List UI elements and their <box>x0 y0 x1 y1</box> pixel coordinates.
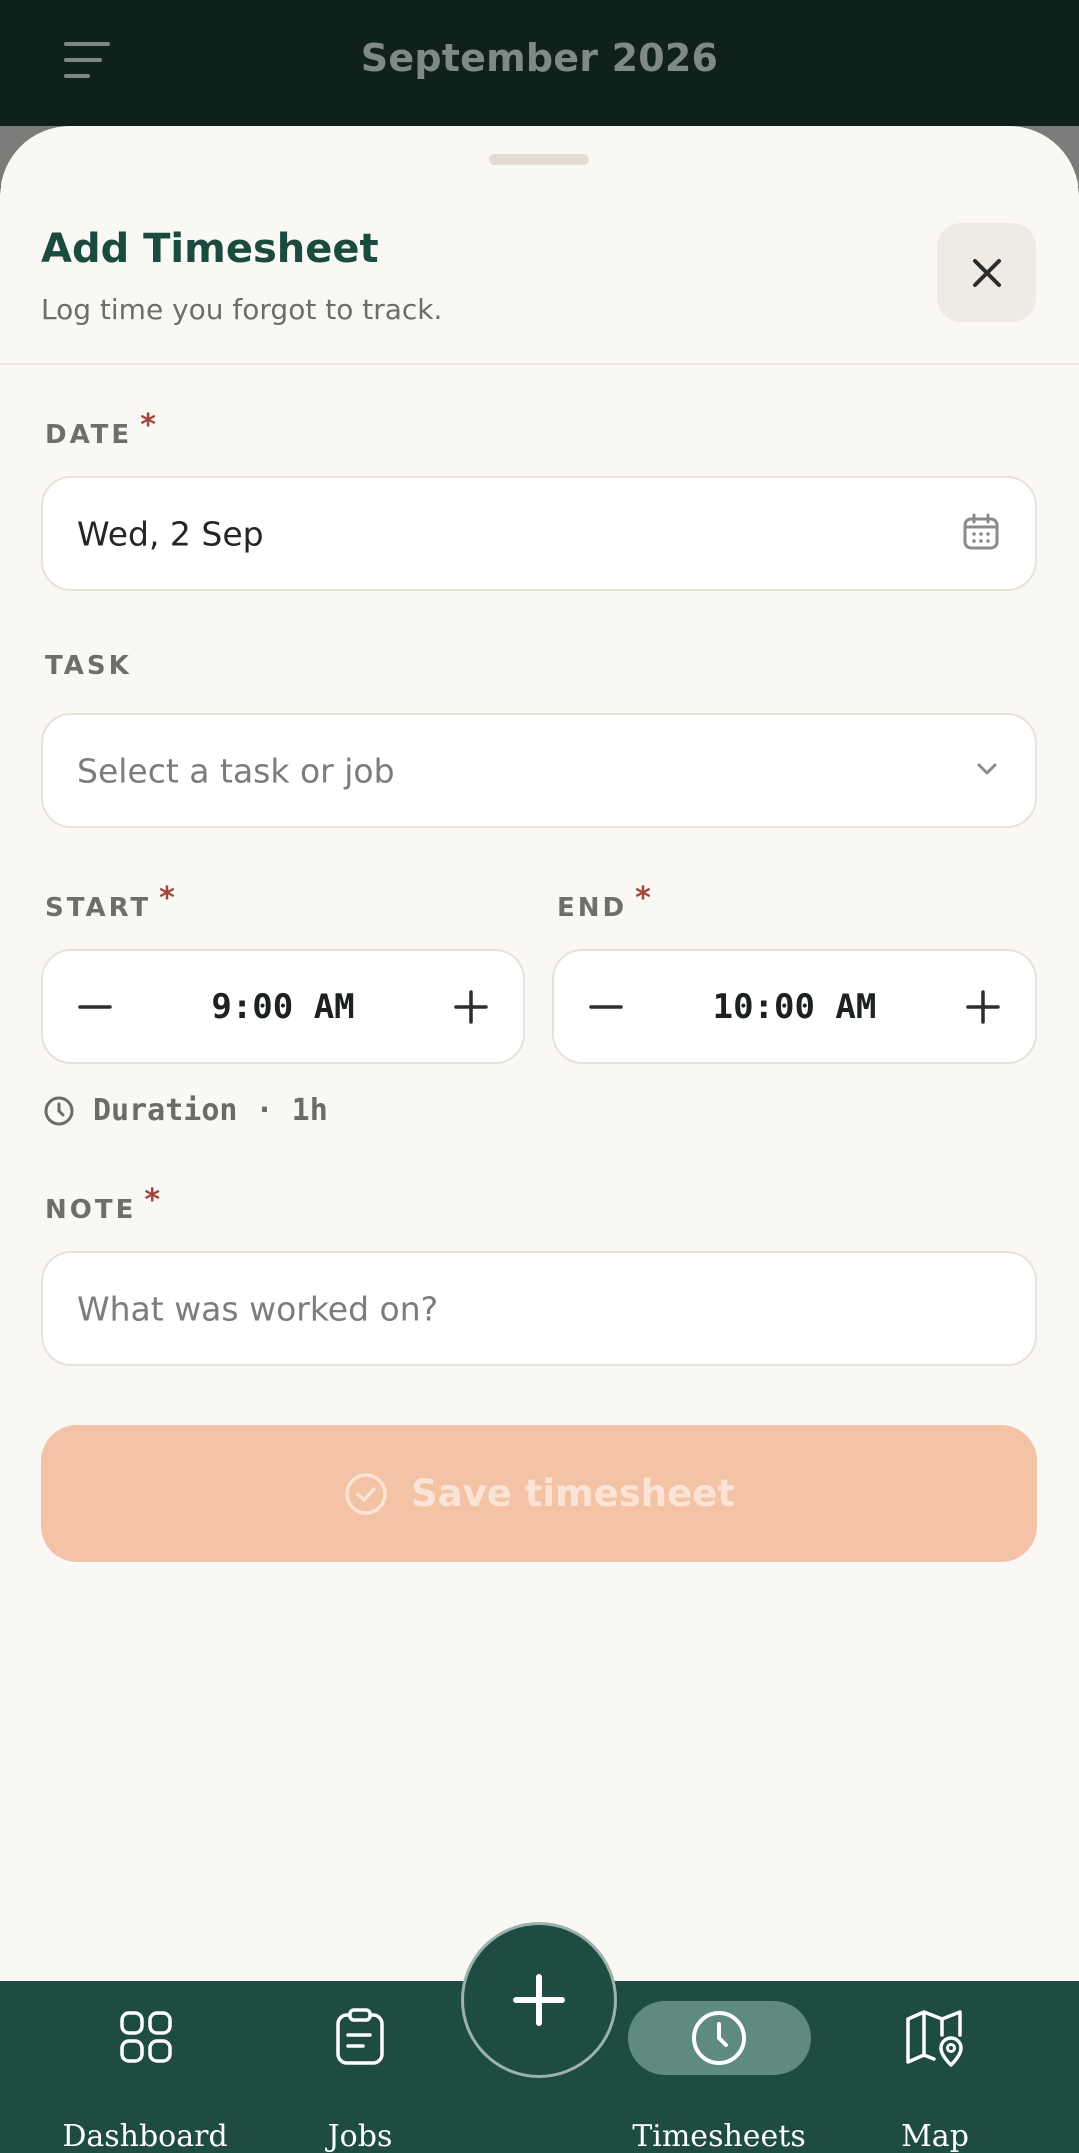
task-select[interactable]: Select a task or job <box>41 713 1037 828</box>
date-value: Wed, 2 Sep <box>77 514 264 553</box>
minus-icon <box>78 1004 112 1009</box>
required-marker: * <box>144 1183 161 1218</box>
chevron-down-icon <box>973 755 1001 787</box>
clipboard-icon <box>336 2008 384 2065</box>
note-placeholder: What was worked on? <box>77 1289 439 1328</box>
calendar-icon[interactable] <box>961 512 1001 556</box>
end-time-stepper: 10:00 AM <box>552 949 1037 1064</box>
start-decrement-button[interactable] <box>69 981 121 1033</box>
start-increment-button[interactable] <box>445 981 497 1033</box>
note-field[interactable]: What was worked on? <box>41 1251 1037 1366</box>
required-marker: * <box>635 881 651 916</box>
add-fab-button[interactable] <box>461 1922 617 2078</box>
nav-label: Timesheets <box>632 2119 806 2153</box>
save-button-label: Save timesheet <box>411 1472 735 1515</box>
save-timesheet-button[interactable]: Save timesheet <box>41 1425 1037 1562</box>
required-marker: * <box>159 881 175 916</box>
header-divider <box>0 363 1079 365</box>
nav-label: Map <box>901 2119 969 2153</box>
nav-map[interactable]: Map <box>880 1981 990 2153</box>
nav-timesheets[interactable]: Timesheets <box>628 1981 811 2153</box>
clock-icon <box>44 1096 74 1125</box>
close-icon <box>972 258 1001 287</box>
task-label: TASK <box>45 651 132 681</box>
plus-icon <box>513 1974 565 2026</box>
duration-readout: Duration · 1h <box>43 1093 328 1128</box>
required-marker: * <box>140 408 156 443</box>
close-button[interactable] <box>937 223 1036 322</box>
plus-icon <box>454 989 488 1024</box>
nav-label: Dashboard <box>62 2119 228 2153</box>
month-title: September 2026 <box>360 36 719 80</box>
task-placeholder: Select a task or job <box>77 751 395 790</box>
plus-icon <box>966 989 1000 1024</box>
minus-icon <box>589 1004 623 1009</box>
start-label: START * <box>45 881 175 923</box>
check-circle-icon <box>345 1472 387 1515</box>
date-label: DATE * <box>45 408 156 450</box>
nav-jobs[interactable]: Jobs <box>300 1981 420 2153</box>
duration-text: Duration · 1h <box>93 1093 328 1128</box>
date-field[interactable]: Wed, 2 Sep <box>41 476 1037 591</box>
sheet-title: Add Timesheet <box>41 226 379 272</box>
nav-dashboard[interactable]: Dashboard <box>60 1981 230 2153</box>
end-label: END * <box>557 881 651 923</box>
note-label: NOTE * <box>45 1183 161 1225</box>
nav-label: Jobs <box>327 2119 393 2153</box>
end-increment-button[interactable] <box>957 981 1009 1033</box>
map-pin-icon <box>906 2010 963 2067</box>
clock-icon <box>692 2011 746 2065</box>
grid-icon <box>120 2011 172 2063</box>
end-decrement-button[interactable] <box>580 981 632 1033</box>
drag-handle[interactable] <box>489 154 589 165</box>
start-time-stepper: 9:00 AM <box>41 949 525 1064</box>
sheet-subtitle: Log time you forgot to track. <box>41 293 443 326</box>
add-timesheet-sheet: Add Timesheet Log time you forgot to tra… <box>0 126 1079 1981</box>
top-bar: September 2026 <box>0 0 1079 126</box>
